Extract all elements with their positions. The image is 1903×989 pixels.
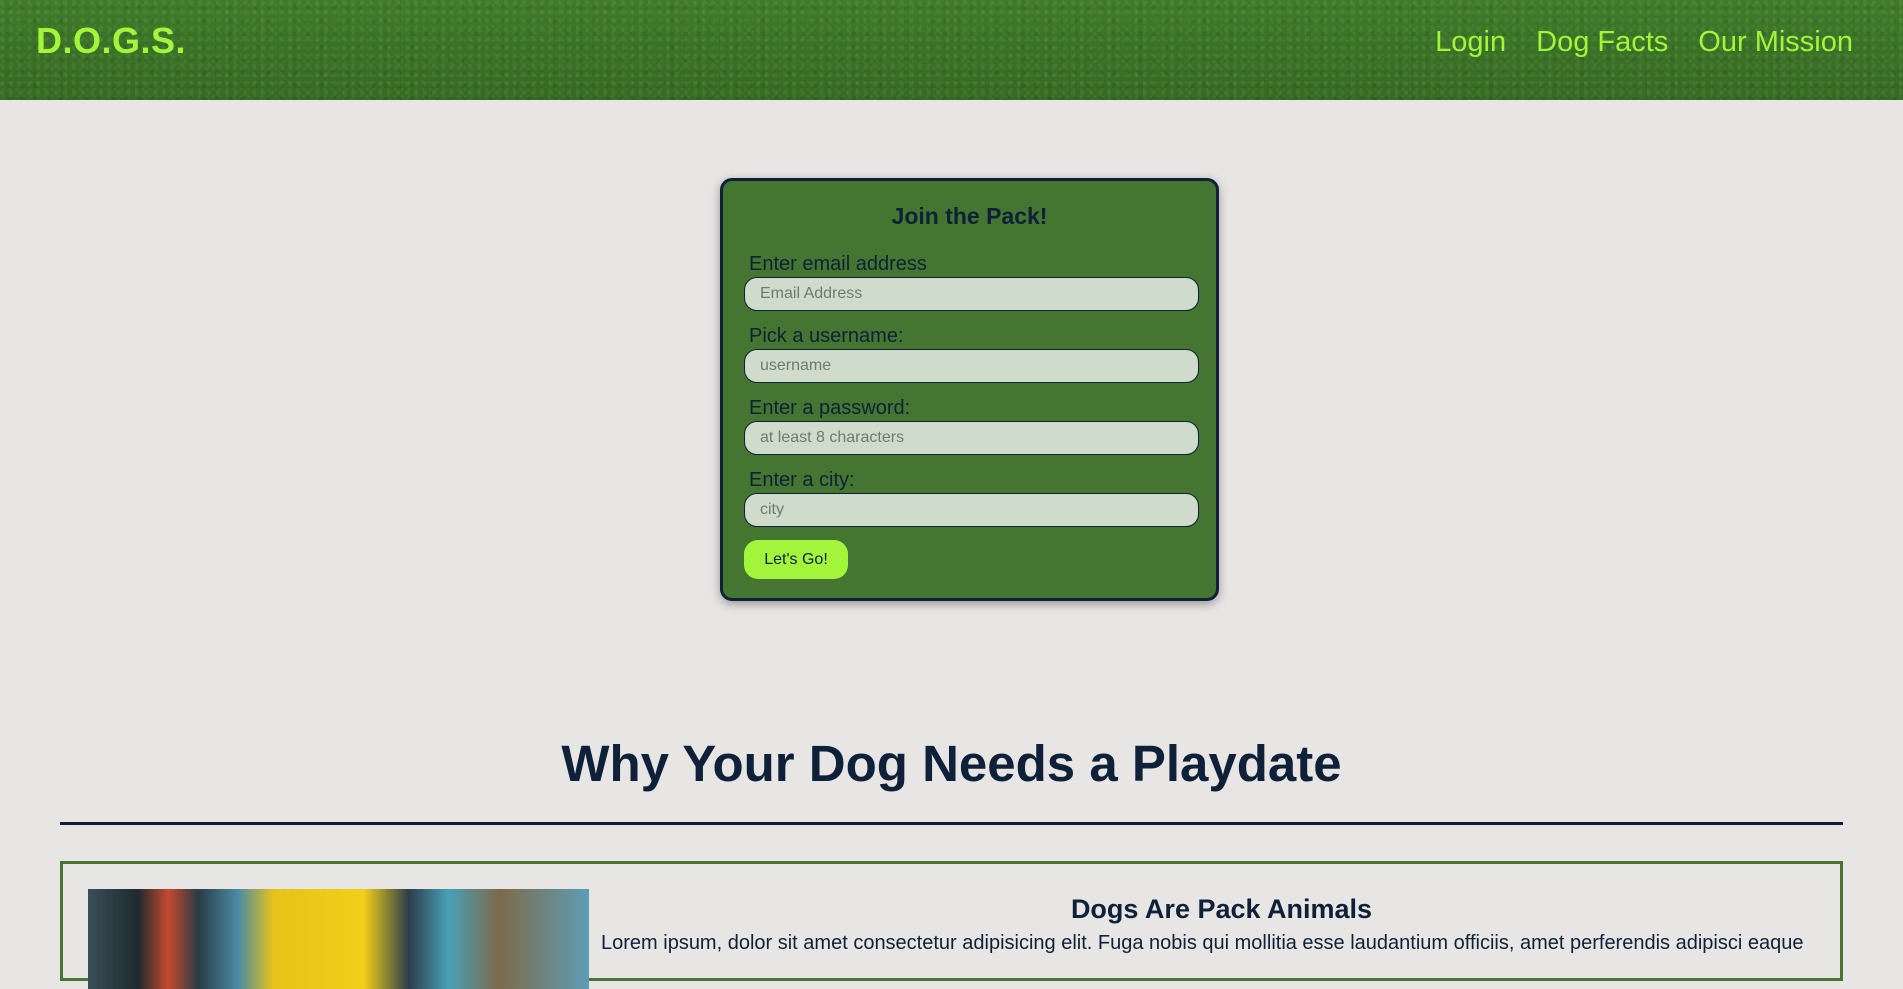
section-divider bbox=[60, 822, 1843, 825]
email-input[interactable] bbox=[744, 277, 1199, 311]
info-card: Dogs Are Pack Animals Lorem ipsum, dolor… bbox=[60, 861, 1843, 989]
nav-dog-facts-link[interactable]: Dog Facts bbox=[1536, 26, 1668, 59]
site-header: D.O.G.S. Login Dog Facts Our Mission bbox=[0, 0, 1903, 100]
password-input[interactable] bbox=[744, 421, 1199, 455]
lets-go-button[interactable]: Let's Go! bbox=[744, 540, 848, 579]
card-title: Dogs Are Pack Animals bbox=[1070, 894, 1373, 924]
dog-photo bbox=[88, 889, 589, 989]
username-input[interactable] bbox=[744, 349, 1199, 383]
username-label: Pick a username: bbox=[749, 325, 904, 347]
password-label: Enter a password: bbox=[749, 397, 911, 419]
nav-login-link[interactable]: Login bbox=[1435, 26, 1506, 59]
site-logo[interactable]: D.O.G.S. bbox=[36, 20, 186, 62]
section-title: Why Your Dog Needs a Playdate bbox=[561, 735, 1342, 792]
signup-form: Join the Pack! Enter email address Pick … bbox=[720, 178, 1219, 601]
card-text: Lorem ipsum, dolor sit amet consectetur … bbox=[601, 932, 1804, 954]
email-label: Enter email address bbox=[749, 253, 927, 275]
city-label: Enter a city: bbox=[749, 469, 855, 491]
nav-our-mission-link[interactable]: Our Mission bbox=[1698, 26, 1853, 59]
signup-title: Join the Pack! bbox=[891, 203, 1048, 229]
city-input[interactable] bbox=[744, 493, 1199, 527]
main-nav: Login Dog Facts Our Mission bbox=[1435, 26, 1853, 59]
